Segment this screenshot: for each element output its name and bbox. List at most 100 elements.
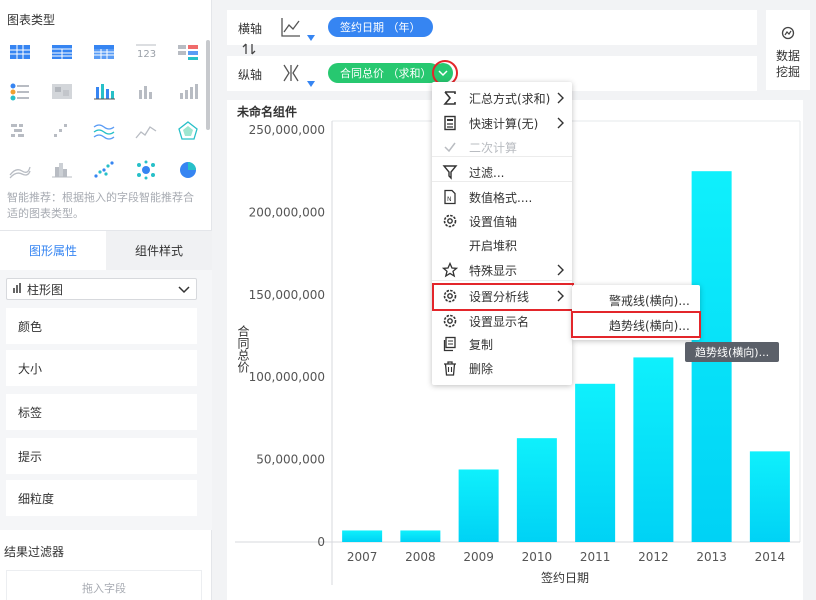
y-tick-label: 0 [317, 535, 325, 549]
caret-down-icon[interactable] [307, 76, 315, 90]
line-chart-icon[interactable] [280, 16, 302, 41]
y-tick-label: 250,000,000 [249, 123, 325, 137]
menu-item-set-value-axis[interactable]: 设置值轴 [432, 209, 572, 233]
kpi-table-icon[interactable] [174, 40, 202, 64]
bar-2009[interactable] [458, 469, 499, 542]
column-split-icon[interactable] [280, 62, 302, 87]
table-icon[interactable] [6, 40, 34, 64]
property-size[interactable]: 大小 [6, 350, 197, 386]
bubble-icon[interactable] [132, 157, 160, 181]
bar-2007[interactable] [342, 530, 383, 542]
menu-separator [432, 181, 572, 182]
y-axis-label: 纵轴 [238, 68, 263, 82]
multi-line-icon[interactable] [90, 118, 118, 142]
submenu-trend-line[interactable]: 趋势线(横向)... [572, 313, 700, 337]
number-card-icon[interactable]: 123 [132, 40, 160, 64]
y-axis-field-pill[interactable]: 合同总价 （求和） [328, 63, 440, 83]
chart-type-select[interactable]: 柱形图 [6, 278, 197, 300]
gear-icon [442, 213, 458, 229]
pie-chart-icon[interactable] [174, 157, 202, 181]
line-chart-icon[interactable] [132, 118, 160, 142]
scrollbar-thumb[interactable] [206, 40, 210, 130]
menu-item-label: 数值格式.... [469, 190, 533, 205]
menu-item-enable-stacking[interactable]: 开启堆积 [432, 233, 572, 257]
property-label[interactable]: 标签 [6, 394, 197, 430]
drop-field-zone[interactable]: 拖入字段 [6, 570, 202, 600]
caret-down-icon[interactable] [307, 30, 315, 44]
radar-icon[interactable] [174, 118, 202, 142]
y-axis-title: 合同总价 [236, 324, 250, 373]
submenu-warning-line[interactable]: 警戒线(横向)... [572, 288, 700, 312]
menu-item-delete[interactable]: 删除 [432, 356, 572, 380]
y-tick-label: 150,000,000 [249, 288, 325, 302]
left-panel: 图表类型 123 智能推荐：根据拖入的字段智能推荐合适的图表类型。 图形属性 组… [0, 0, 212, 600]
y-tick-label: 50,000,000 [256, 453, 325, 467]
x-tick-label: 2013 [696, 550, 727, 564]
menu-item-label: 设置值轴 [469, 214, 518, 229]
x-tick-label: 2007 [347, 550, 378, 564]
y-axis-field-pill-label: 合同总价 （求和） [340, 67, 432, 80]
menu-item-set-analysis-line[interactable]: 设置分析线 [432, 284, 572, 308]
y-tick-label: 200,000,000 [249, 205, 325, 219]
property-tooltip[interactable]: 提示 [6, 438, 197, 474]
analysis-line-submenu: 警戒线(横向)... 趋势线(横向)... [572, 285, 700, 340]
menu-item-set-display-name[interactable]: 设置显示名 [432, 309, 572, 333]
bar-chart-icon[interactable] [132, 79, 160, 103]
column-chart-icon[interactable] [174, 79, 202, 103]
result-filter-title: 结果过滤器 [4, 545, 65, 559]
data-mining-label-1: 数据 [775, 49, 800, 63]
scatter-icon[interactable] [90, 157, 118, 181]
recommend-text: 智能推荐：根据拖入的字段智能推荐合适的图表类型。 [7, 191, 194, 220]
property-color[interactable]: 颜色 [6, 308, 197, 344]
bar-2011[interactable] [575, 383, 616, 542]
sigma-icon [442, 90, 458, 106]
gear-icon [442, 288, 458, 304]
star-icon [442, 262, 458, 278]
menu-item-label: 设置分析线 [469, 289, 530, 304]
data-mining-icon [781, 26, 795, 44]
x-axis-field-pill[interactable]: 签约日期 （年） [328, 17, 433, 37]
menu-item-copy[interactable]: 复制 [432, 332, 572, 356]
property-granularity[interactable]: 细粒度 [6, 480, 197, 516]
cross-table-icon[interactable] [48, 40, 76, 64]
grouped-table-icon[interactable] [90, 40, 118, 64]
chevron-down-icon [178, 284, 190, 298]
x-axis-title: 签约日期 [541, 570, 589, 585]
menu-item-label: 复制 [469, 337, 494, 352]
menu-item-summary-method[interactable]: 汇总方式(求和) [432, 86, 572, 110]
menu-item-special-display[interactable]: 特殊显示 [432, 258, 572, 282]
gantt-icon[interactable] [6, 118, 34, 142]
menu-item-quick-calc[interactable]: 快速计算(无) [432, 111, 572, 135]
menu-item-label: 二次计算 [469, 140, 518, 155]
bar-chart-small-icon [13, 282, 23, 296]
menu-item-label: 删除 [469, 361, 494, 376]
menu-item-label: 设置显示名 [469, 314, 530, 329]
scatter-grid-icon[interactable] [48, 118, 76, 142]
x-tick-label: 2009 [463, 550, 494, 564]
heatmap-icon[interactable] [48, 79, 76, 103]
bar-2014[interactable] [749, 451, 790, 542]
property-body: 柱形图 颜色 大小 标签 提示 细粒度 [0, 270, 212, 530]
menu-item-number-format[interactable]: N 数值格式.... [432, 185, 572, 209]
bar-2008[interactable] [400, 530, 441, 542]
dot-matrix-icon[interactable] [6, 79, 34, 103]
bar-2010[interactable] [516, 438, 557, 542]
menu-item-label: 开启堆积 [469, 238, 518, 253]
menu-item-label: 特殊显示 [469, 263, 518, 278]
tab-graph-properties[interactable]: 图形属性 [0, 231, 106, 270]
stacked-bar-icon[interactable] [90, 79, 118, 103]
x-tick-label: 2012 [638, 550, 669, 564]
menu-separator [432, 156, 572, 157]
pill-dropdown-icon[interactable] [433, 63, 453, 83]
histogram-icon[interactable] [48, 157, 76, 181]
area-chart-icon[interactable] [6, 157, 34, 181]
tab-component-style[interactable]: 组件样式 [106, 231, 212, 270]
chevron-right-icon [557, 264, 564, 279]
data-mining-label-2: 挖掘 [775, 65, 800, 79]
bar-2012[interactable] [633, 357, 674, 542]
x-axis-row: 横轴 签约日期 （年） [227, 10, 757, 45]
chevron-right-icon [557, 290, 564, 305]
svg-text:N: N [447, 196, 452, 203]
data-mining-button[interactable]: 数据 挖掘 [766, 10, 810, 90]
property-tabs: 图形属性 组件样式 [0, 230, 212, 270]
